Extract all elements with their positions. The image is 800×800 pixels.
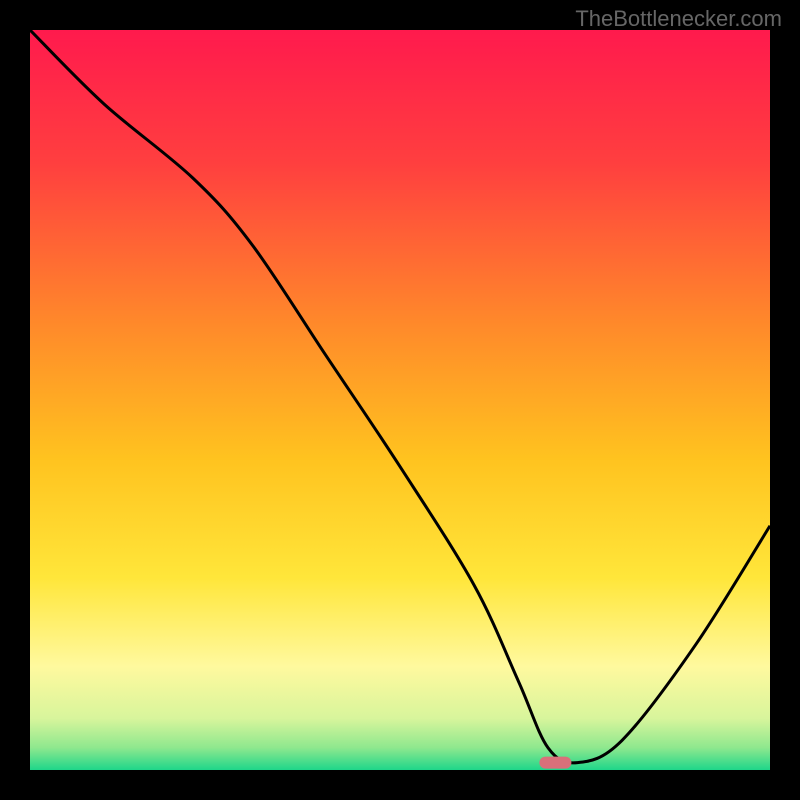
bottleneck-chart	[30, 30, 770, 770]
chart-svg	[30, 30, 770, 770]
optimum-marker	[539, 757, 571, 769]
gradient-background	[30, 30, 770, 770]
watermark-text: TheBottlenecker.com	[575, 6, 782, 32]
